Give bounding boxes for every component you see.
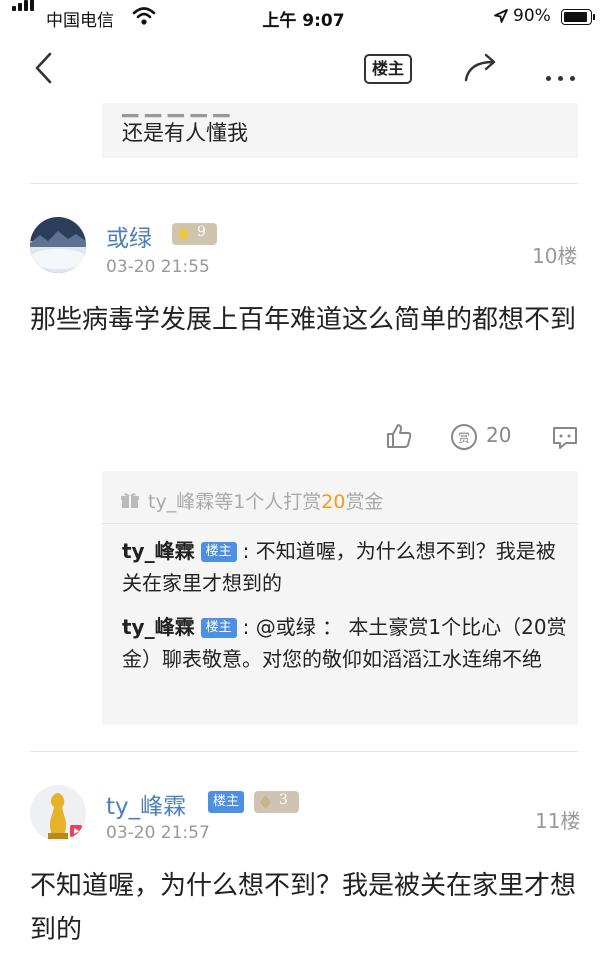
owner-badge: 楼主 bbox=[208, 791, 245, 813]
thumbs-up-icon[interactable] bbox=[385, 422, 413, 450]
level-badge: 9 bbox=[172, 223, 217, 245]
reward-summary-amount: 20 bbox=[321, 491, 346, 513]
reply-item[interactable]: ty_峰霖 楼主: @或绿 ： 本土豪赏1个比心（20赏金）聊表敬意。对您的敬仰如… bbox=[122, 611, 568, 675]
timestamp: 03-20 21:55 bbox=[106, 257, 210, 277]
reply-item[interactable]: ty_峰霖 楼主: 不知道喔，为什么想不到？我是被关在家里才想到的 bbox=[122, 535, 568, 599]
reply-username[interactable]: ty_峰霖 bbox=[122, 615, 195, 639]
post-divider bbox=[30, 183, 578, 184]
status-bar: 中国电信 上午 9:07 90% bbox=[0, 0, 607, 34]
level-number: 3 bbox=[279, 792, 288, 808]
post-content: 不知道喔，为什么想不到？我是被关在家里才想到的 bbox=[30, 871, 577, 945]
diamond-icon bbox=[260, 795, 271, 809]
svg-text:赏: 赏 bbox=[458, 431, 470, 445]
post-divider bbox=[30, 751, 578, 752]
reward-count: 20 bbox=[486, 423, 512, 447]
cut-off-text-fragment: ▁ ▁ ▁ ▁ ▁ bbox=[122, 103, 230, 117]
level-number: 9 bbox=[197, 224, 206, 240]
more-options-icon[interactable] bbox=[546, 66, 582, 85]
comment-icon[interactable] bbox=[551, 425, 579, 451]
reply-divider bbox=[102, 523, 578, 524]
quoted-reply-box: ▁ ▁ ▁ ▁ ▁ 还是有人懂我 bbox=[102, 103, 578, 158]
back-chevron-icon[interactable] bbox=[30, 50, 58, 86]
level-badge: 3 bbox=[254, 791, 299, 813]
username[interactable]: 或绿 bbox=[106, 219, 152, 253]
avatar[interactable] bbox=[30, 785, 86, 841]
reward-summary[interactable]: ty_峰霖等1个人打赏20赏金 bbox=[148, 487, 384, 514]
reply-box: ty_峰霖等1个人打赏20赏金 ty_峰霖 楼主: 不知道喔，为什么想不到？我是被… bbox=[102, 471, 578, 725]
reward-summary-suffix: 赏金 bbox=[345, 491, 384, 513]
quoted-reply-text: 还是有人懂我 bbox=[122, 121, 248, 145]
avatar[interactable] bbox=[30, 217, 86, 273]
post-content: 那些病毒学发展上百年难道这么简单的都想不到 bbox=[30, 305, 577, 335]
username[interactable]: ty_峰霖 bbox=[106, 787, 186, 821]
owner-badge: 楼主 bbox=[200, 618, 237, 638]
post-actions: 赏 20 bbox=[0, 420, 607, 454]
location-arrow-icon bbox=[494, 9, 508, 23]
gift-icon bbox=[121, 493, 139, 508]
share-icon[interactable] bbox=[463, 52, 499, 84]
battery-icon bbox=[561, 9, 595, 25]
floor-number: 11楼 bbox=[535, 809, 581, 833]
timestamp: 03-20 21:57 bbox=[106, 823, 210, 843]
owner-only-button[interactable]: 楼主 bbox=[364, 54, 412, 84]
nav-bar: 楼主 bbox=[0, 40, 607, 100]
battery-percent: 90% bbox=[513, 6, 551, 26]
owner-badge: 楼主 bbox=[200, 542, 237, 562]
reward-icon[interactable]: 赏 bbox=[450, 423, 478, 451]
reward-summary-prefix: ty_峰霖等1个人打赏 bbox=[148, 491, 322, 513]
reply-username[interactable]: ty_峰霖 bbox=[122, 539, 195, 563]
diamond-icon bbox=[178, 227, 189, 241]
floor-number: 10楼 bbox=[532, 244, 578, 268]
